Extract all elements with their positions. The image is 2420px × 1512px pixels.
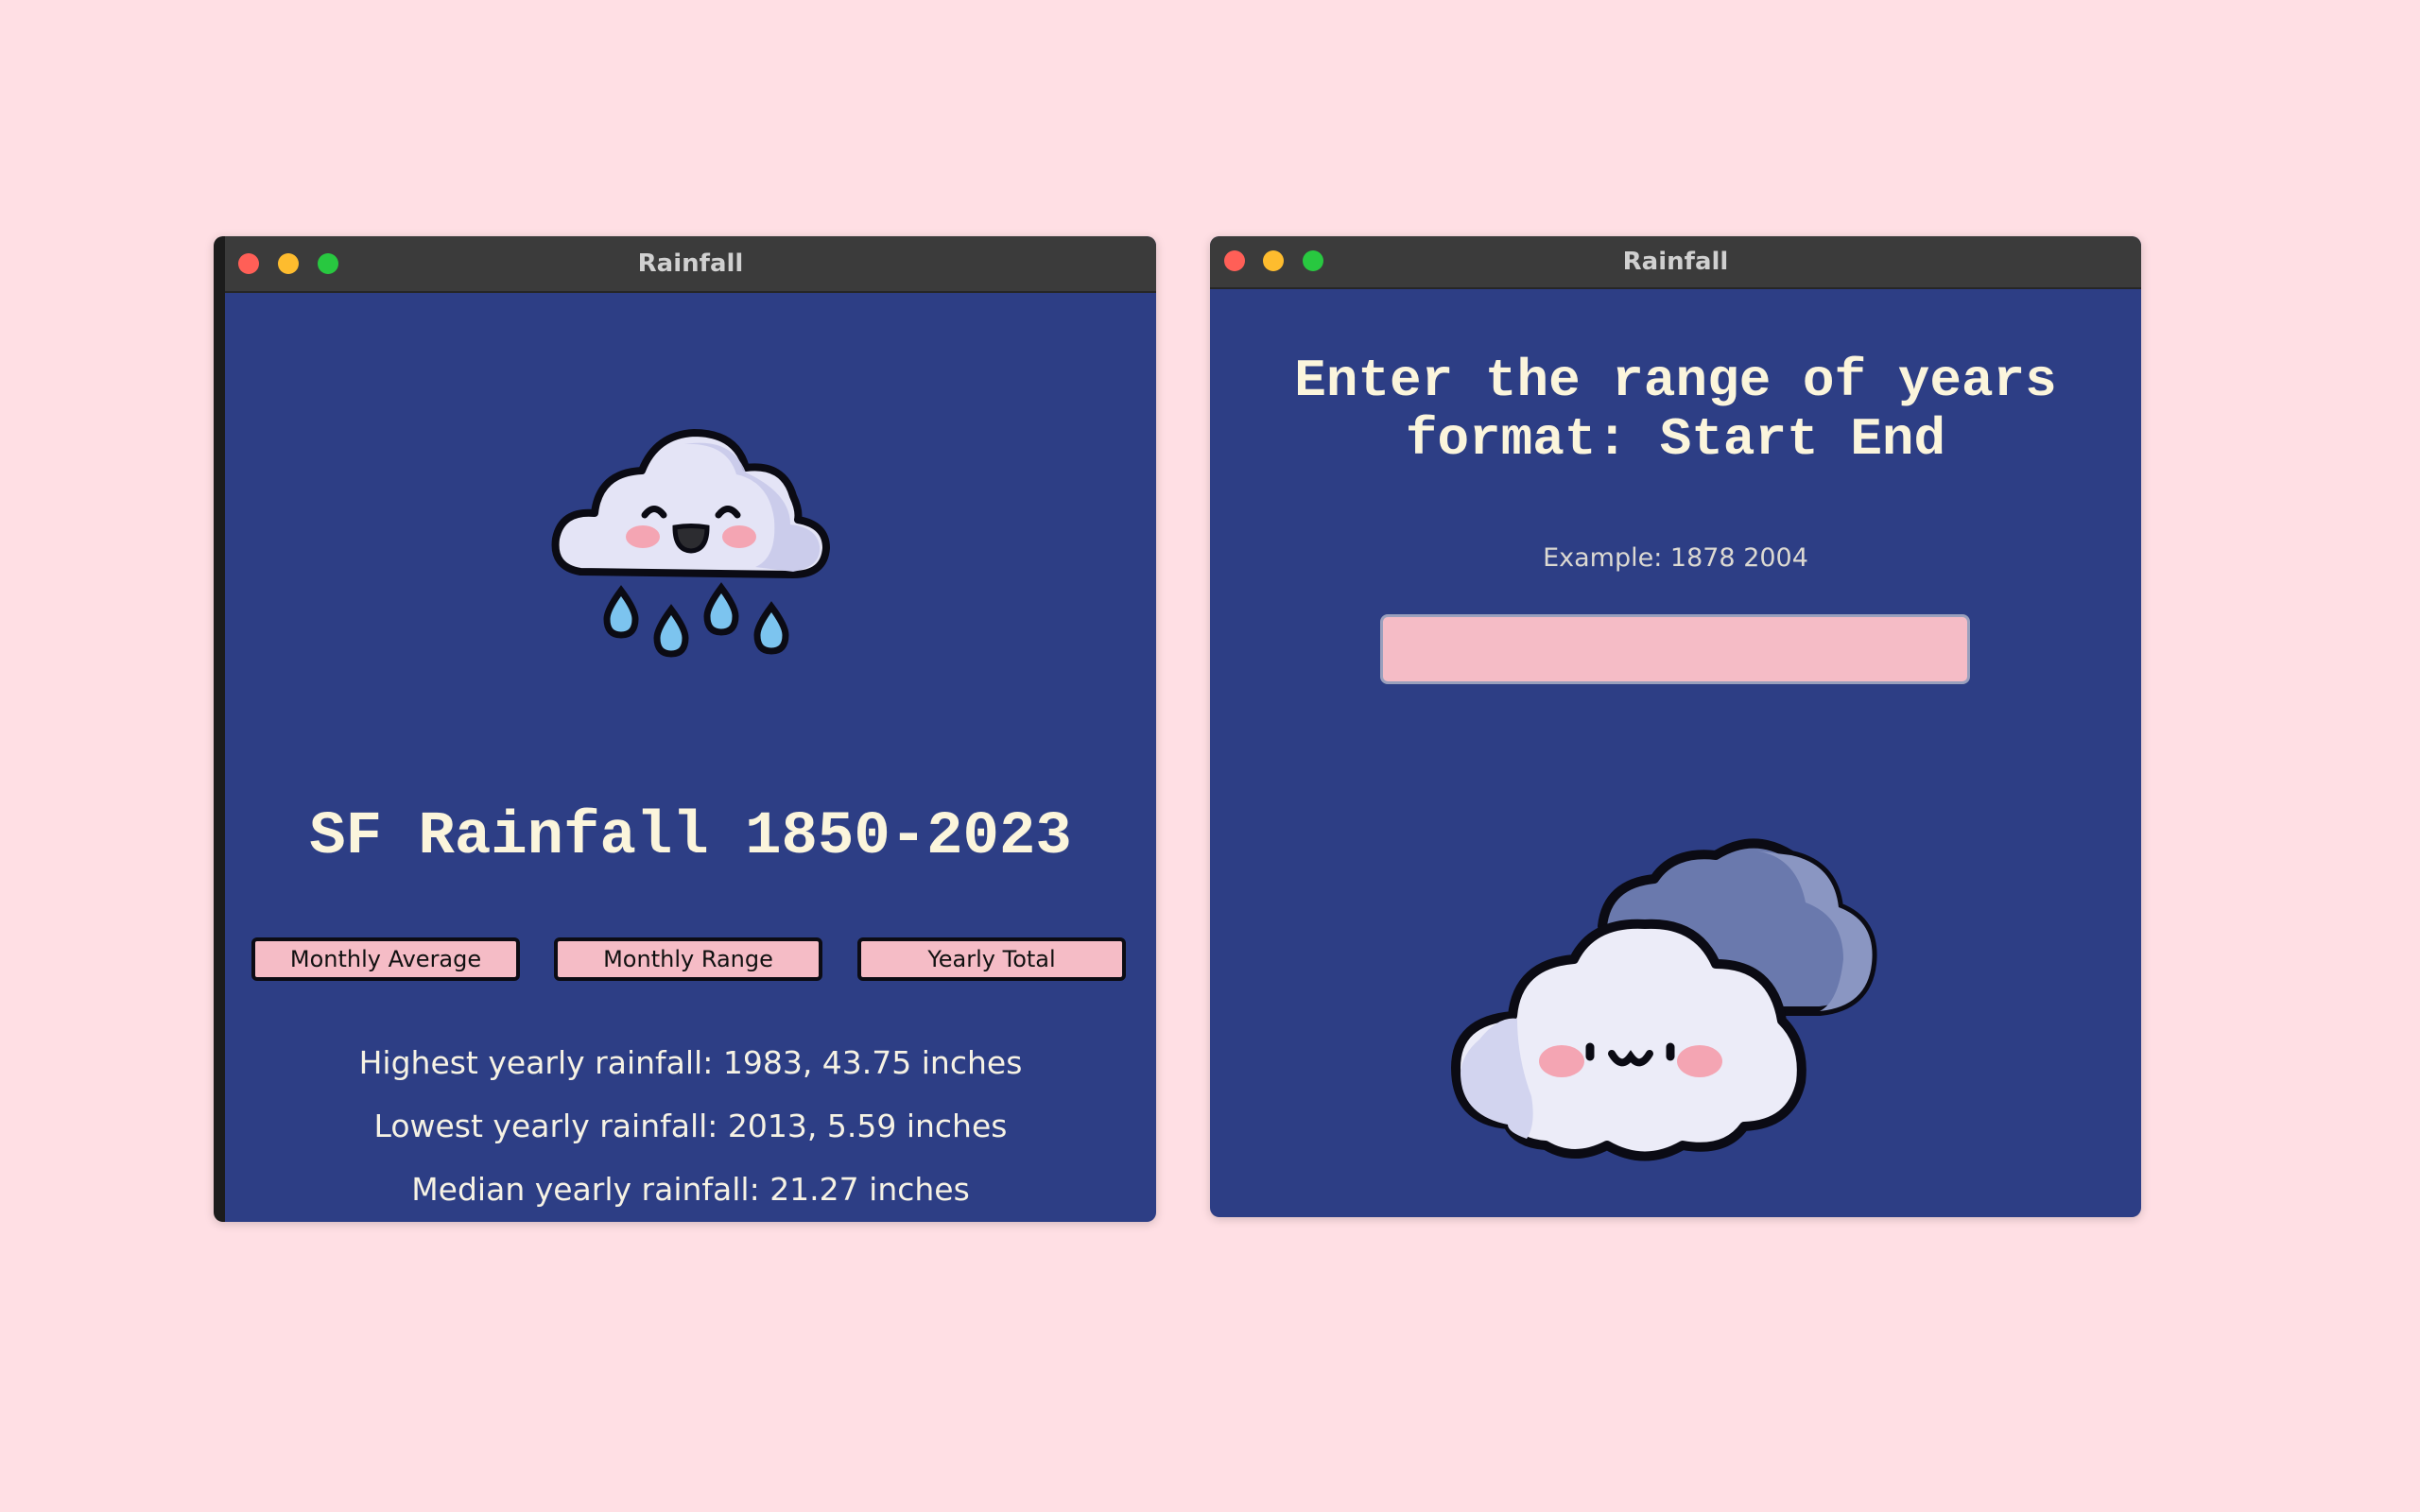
clouds-icon (1451, 838, 1877, 1161)
title-bar[interactable]: Rainfall (225, 236, 1156, 293)
range-instructions-heading: Enter the range of years format: Start E… (1210, 352, 2141, 469)
range-input-window: Rainfall Enter the range of years format… (1210, 236, 2141, 1217)
page-title: SF Rainfall 1850-2023 (309, 803, 1072, 871)
median-rainfall-stat: Median yearly rainfall: 21.27 inches (411, 1171, 970, 1208)
heading-line-1: Enter the range of years (1294, 351, 2057, 411)
rain-cloud-icon (551, 429, 830, 658)
window-title: Rainfall (637, 249, 744, 278)
monthly-range-button[interactable]: Monthly Range (554, 937, 822, 981)
window-title: Rainfall (1622, 248, 1729, 276)
example-hint: Example: 1878 2004 (1543, 543, 1808, 573)
lowest-rainfall-stat: Lowest yearly rainfall: 2013, 5.59 inche… (373, 1108, 1008, 1144)
title-bar[interactable]: Rainfall (1210, 236, 2141, 289)
rainfall-main-window: Rainfall SF Rainfall 1850-2023 Monthly A… (214, 236, 1156, 1222)
highest-rainfall-stat: Highest yearly rainfall: 1983, 43.75 inc… (358, 1044, 1023, 1081)
monthly-average-button[interactable]: Monthly Average (251, 937, 520, 981)
year-range-input[interactable] (1380, 614, 1970, 684)
yearly-total-button[interactable]: Yearly Total (857, 937, 1126, 981)
heading-line-2: format: Start End (1405, 409, 1946, 470)
